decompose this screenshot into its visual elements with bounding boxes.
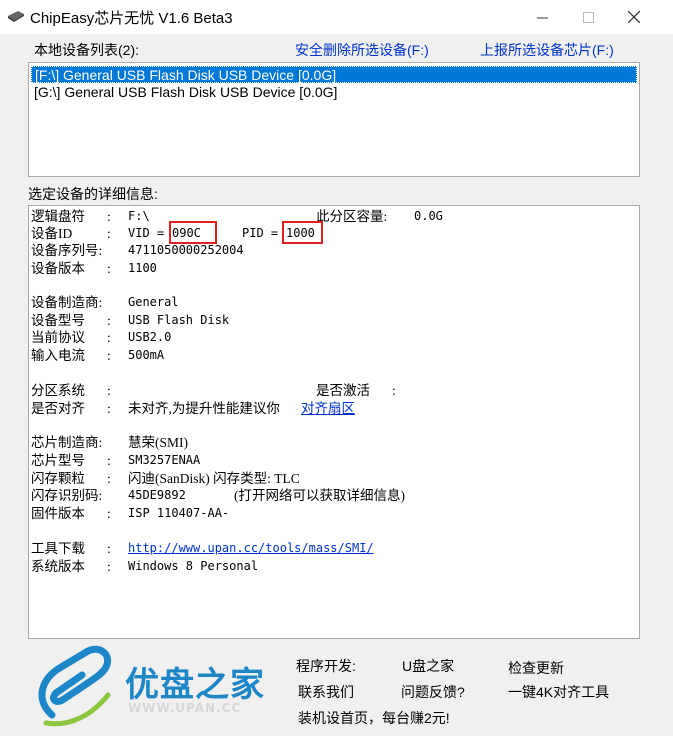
align-sectors-link[interactable]: 对齐扇区 [301, 400, 355, 417]
vid-label: VID = [128, 226, 165, 240]
separator: : [107, 383, 111, 398]
upan-logo[interactable]: 优盘之家 WWW.UPAN.CC [30, 645, 280, 730]
logical-drive-value: F:\ [128, 209, 150, 223]
partition-capacity-value: 0.0G [414, 209, 443, 223]
tool-download-label: 工具下载 [31, 541, 85, 556]
separator: : [392, 383, 396, 398]
aligned-value: 未对齐,为提升性能建议你 [128, 401, 280, 416]
partition-capacity-label: 此分区容量: [316, 209, 388, 224]
separator: : [107, 313, 111, 328]
chip-model-label: 芯片型号 [31, 453, 85, 468]
device-id-label: 设备ID [31, 226, 73, 241]
promo-link[interactable]: 装机设首页，每台赚2元! [298, 708, 450, 728]
flash-id-note: (打开网络可以获取详细信息) [234, 488, 405, 503]
device-list-item[interactable]: [F:\] General USB Flash Disk USB Device … [31, 66, 637, 83]
logical-drive-label: 逻辑盘符 [31, 209, 85, 224]
device-list[interactable]: [F:\] General USB Flash Disk USB Device … [28, 62, 640, 177]
feedback-link[interactable]: 问题反馈? [401, 682, 465, 702]
upan-home-link[interactable]: U盘之家 [402, 656, 454, 676]
details-heading: 选定设备的详细信息: [28, 186, 158, 202]
flash-id-label: 闪存识别码: [31, 488, 103, 503]
activated-label: 是否激活 [316, 383, 370, 398]
firmware-value: ISP 110407-AA- [128, 506, 230, 520]
manufacturer-label: 设备制造商: [31, 295, 103, 310]
safe-remove-link[interactable]: 安全删除所选设备(F:) [295, 40, 429, 60]
os-version-value: Windows 8 Personal [128, 559, 259, 573]
model-label: 设备型号 [31, 313, 85, 328]
check-update-link[interactable]: 检查更新 [508, 658, 564, 678]
current-value: 500mA [128, 348, 165, 362]
separator: : [107, 348, 111, 363]
separator: : [107, 226, 111, 241]
separator: : [107, 453, 111, 468]
separator: : [107, 506, 111, 521]
partition-system-label: 分区系统 [31, 383, 85, 398]
serial-label: 设备序列号: [31, 243, 103, 258]
os-version-label: 系统版本 [31, 559, 85, 574]
tool-download-link[interactable]: http://www.upan.cc/tools/mass/SMI/ [128, 540, 374, 557]
details-panel: 逻辑盘符 : F:\ 此分区容量: 0.0G 设备ID : VID = 090C… [28, 205, 640, 639]
protocol-label: 当前协议 [31, 330, 85, 345]
device-list-item[interactable]: [G:\] General USB Flash Disk USB Device … [31, 84, 637, 101]
pid-highlight-box [282, 221, 323, 244]
aligned-label: 是否对齐 [31, 401, 85, 416]
version-label: 设备版本 [31, 261, 85, 276]
close-icon [628, 11, 640, 23]
version-value: 1100 [128, 261, 157, 275]
paperclip-logo-icon [38, 645, 111, 727]
maximize-button[interactable] [565, 0, 611, 34]
developer-label: 程序开发: [296, 658, 356, 674]
chip-maker-value: 慧荣(SMI) [128, 435, 188, 450]
separator: : [107, 261, 111, 276]
close-button[interactable] [611, 0, 657, 34]
separator: : [107, 401, 111, 416]
separator: : [107, 209, 111, 224]
device-list-heading: 本地设备列表(2): [34, 42, 139, 58]
chip-maker-label: 芯片制造商: [31, 435, 103, 450]
serial-value: 4711050000252004 [128, 243, 244, 257]
separator: : [107, 541, 111, 556]
separator: : [107, 559, 111, 574]
firmware-label: 固件版本 [31, 506, 85, 521]
logo-subtitle: WWW.UPAN.CC [128, 701, 242, 715]
pid-label: PID = [242, 226, 279, 240]
minimize-button[interactable] [519, 0, 565, 34]
current-label: 输入电流 [31, 348, 85, 363]
flash-value: 闪迪(SanDisk) 闪存类型: TLC [128, 471, 300, 486]
contact-us-link[interactable]: 联系我们 [298, 682, 354, 702]
usb-drive-icon [8, 11, 24, 22]
model-value: USB Flash Disk [128, 313, 230, 327]
minimize-icon [536, 17, 548, 18]
flash-id-value: 45DE9892 [128, 488, 186, 502]
report-chip-link[interactable]: 上报所选设备芯片(F:) [480, 40, 614, 60]
logo-text: 优盘之家 [125, 665, 265, 705]
vid-highlight-box [169, 221, 217, 244]
protocol-value: USB2.0 [128, 330, 172, 344]
chip-model-value: SM3257ENAA [128, 453, 201, 467]
title-bar: ChipEasy芯片无忧 V1.6 Beta3 [0, 0, 673, 34]
align-4k-tool-link[interactable]: 一键4K对齐工具 [508, 682, 609, 702]
flash-label: 闪存颗粒 [31, 471, 85, 486]
separator: : [107, 330, 111, 345]
manufacturer-value: General [128, 295, 179, 309]
maximize-icon [582, 11, 594, 23]
window-title: ChipEasy芯片无忧 V1.6 Beta3 [30, 10, 233, 27]
separator: : [107, 471, 111, 486]
